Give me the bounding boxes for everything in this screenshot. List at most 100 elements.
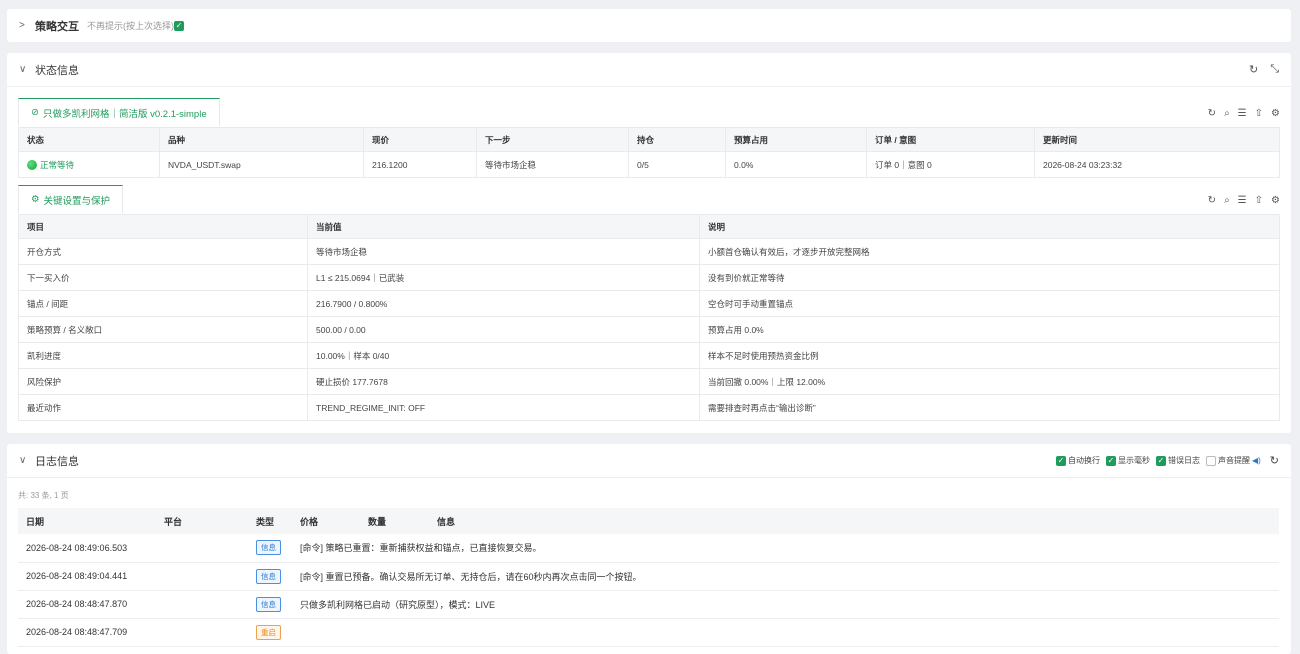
log-platform [156, 618, 248, 647]
table-cell: 硬止损价 177.7678 [307, 368, 700, 395]
column-header[interactable]: 持仓 [628, 127, 726, 152]
log-platform [156, 534, 248, 563]
auto-wrap-option[interactable]: ✓ 自动换行 [1055, 455, 1100, 466]
column-header[interactable]: 信息 [429, 508, 1279, 534]
status-panel: ∨ 状态信息 ↻ ⤡ ⊘ 只做多凯利网格｜简洁版 v0.2.1-simple ↻… [7, 53, 1291, 433]
table-cell: 开仓方式 [18, 238, 308, 265]
show-ms-checkbox[interactable]: ✓ [1105, 455, 1116, 466]
gear-icon[interactable]: ⚙ [1271, 195, 1280, 206]
column-header[interactable]: 数量 [360, 508, 429, 534]
refresh-icon[interactable]: ↻ [1249, 63, 1258, 76]
strategy-panel-title: 策略交互 [35, 20, 79, 33]
table-cell: 0/5 [628, 151, 726, 178]
show-ms-label: 显示毫秒 [1117, 456, 1150, 465]
log-platform [156, 562, 248, 591]
search-icon[interactable]: ⌕ [1224, 108, 1230, 119]
status-dot-icon [27, 160, 37, 171]
table-cell: 没有到价就正常等待 [699, 264, 1280, 291]
table-cell: 策略预算 / 名义敞口 [18, 316, 308, 343]
gear-icon: ⚙ [31, 194, 40, 205]
chevron-right-icon[interactable]: > [19, 20, 33, 31]
gear-icon[interactable]: ⚙ [1271, 108, 1280, 119]
menu-icon[interactable]: ☰ [1238, 108, 1247, 119]
column-header[interactable]: 日期 [18, 508, 156, 534]
tab-strategy-summary[interactable]: ⊘ 只做多凯利网格｜简洁版 v0.2.1-simple [18, 98, 220, 126]
column-header[interactable]: 平台 [156, 508, 248, 534]
log-row: 2026-08-24 08:49:06.503 信息 [命令] 策略已重置：重新… [18, 534, 1279, 563]
speaker-icon[interactable]: ◀) [1252, 456, 1261, 465]
status-cell: 正常等待 [18, 151, 160, 178]
status-table: 状态 品种 现价 下一步 持仓 预算占用 订单 / 意图 更新时间 正常等待 N… [18, 127, 1280, 178]
table-row: 策略预算 / 名义敞口 500.00 / 0.00 预算占用 0.0% [18, 316, 1280, 343]
log-table: 日期 平台 类型 价格 数量 信息 2026-08-24 08:49:06.50… [18, 508, 1279, 647]
table-cell: 锚点 / 间距 [18, 290, 308, 317]
table-cell: 216.7900 / 0.800% [307, 290, 700, 317]
log-message [292, 618, 1279, 647]
table-cell: 等待市场企稳 [307, 238, 700, 265]
column-header[interactable]: 当前值 [307, 214, 700, 239]
column-header[interactable]: 订单 / 意图 [866, 127, 1035, 152]
refresh-icon[interactable]: ↻ [1208, 195, 1216, 206]
refresh-icon[interactable]: ↻ [1270, 454, 1279, 467]
status-panel-header[interactable]: ∨ 状态信息 ↻ ⤡ [7, 53, 1291, 87]
table-cell: 样本不足时使用预热资金比例 [699, 342, 1280, 369]
column-header[interactable]: 下一步 [476, 127, 629, 152]
strategy-panel-header[interactable]: > 策略交互 不再提示(按上次选择) ✓ [7, 9, 1291, 42]
log-panel-header[interactable]: ∨ 日志信息 ✓ 自动换行 ✓ 显示毫秒 ✓ 错误日志 声音提醒 ◀) ↻ [7, 444, 1291, 478]
upload-icon[interactable]: ⇧ [1255, 108, 1263, 119]
column-header[interactable]: 项目 [18, 214, 308, 239]
auto-wrap-checkbox[interactable]: ✓ [1055, 455, 1066, 466]
chevron-down-icon[interactable]: ∨ [19, 64, 33, 75]
column-header[interactable]: 类型 [248, 508, 292, 534]
table-cell: 风险保护 [18, 368, 308, 395]
upload-icon[interactable]: ⇧ [1255, 195, 1263, 206]
table-cell: 最近动作 [18, 394, 308, 421]
table-row: 开仓方式 等待市场企稳 小额首仓确认有效后，才逐步开放完整网格 [18, 238, 1280, 265]
column-header[interactable]: 现价 [363, 127, 477, 152]
chevron-down-icon[interactable]: ∨ [19, 455, 33, 466]
table-cell: 小额首仓确认有效后，才逐步开放完整网格 [699, 238, 1280, 265]
table-cell: 凯利进度 [18, 342, 308, 369]
table-cell: 下一买入价 [18, 264, 308, 291]
sound-alert-checkbox[interactable] [1205, 455, 1216, 466]
table-cell: 2026-08-24 03:23:32 [1034, 151, 1280, 178]
search-icon[interactable]: ⌕ [1224, 195, 1230, 206]
column-header[interactable]: 预算占用 [725, 127, 867, 152]
log-type: 信息 [248, 534, 292, 563]
column-header[interactable]: 价格 [292, 508, 360, 534]
table-cell: 0.0% [725, 151, 867, 178]
type-badge: 信息 [256, 540, 281, 556]
log-table-header: 日期 平台 类型 价格 数量 信息 [18, 508, 1279, 534]
log-count: 共: 33 条, 1 页 [18, 491, 69, 500]
column-header[interactable]: 品种 [159, 127, 364, 152]
table-cell: 500.00 / 0.00 [307, 316, 700, 343]
table-cell: 当前回撤 0.00%｜上限 12.00% [699, 368, 1280, 395]
table-cell: TREND_REGIME_INIT: OFF [307, 394, 700, 421]
collapse-icon[interactable]: ⤡ [1270, 63, 1279, 76]
column-header[interactable]: 更新时间 [1034, 127, 1280, 152]
log-type: 重启 [248, 618, 292, 647]
error-log-option[interactable]: ✓ 错误日志 [1155, 455, 1200, 466]
strategy-tabbar: ⊘ 只做多凯利网格｜简洁版 v0.2.1-simple ↻ ⌕ ☰ ⇧ ⚙ [18, 98, 1280, 126]
log-message: 只做多凯利网格已启动（研究原型），模式：LIVE [292, 590, 1279, 619]
no-prompt-checkbox[interactable]: ✓ [174, 20, 184, 31]
type-badge-restart: 重启 [256, 624, 281, 640]
log-row: 2026-08-24 08:48:47.870 信息 只做多凯利网格已启动（研究… [18, 590, 1279, 619]
log-platform [156, 590, 248, 619]
log-message: [命令] 重置已预备。确认交易所无订单、无持仓后，请在60秒内再次点击同一个按钮… [292, 562, 1279, 591]
sound-alert-option[interactable]: 声音提醒 ◀) [1205, 455, 1261, 466]
column-header[interactable]: 说明 [699, 214, 1280, 239]
tab-strategy-summary-label: 只做多凯利网格｜简洁版 v0.2.1-simple [42, 108, 207, 120]
column-header[interactable]: 状态 [18, 127, 160, 152]
error-log-checkbox[interactable]: ✓ [1155, 455, 1166, 466]
show-ms-option[interactable]: ✓ 显示毫秒 [1105, 455, 1150, 466]
table-cell: 需要排查时再点击“输出诊断” [699, 394, 1280, 421]
tab-key-settings[interactable]: ⚙ 关键设置与保护 [18, 185, 124, 213]
refresh-icon[interactable]: ↻ [1208, 108, 1216, 119]
log-type: 信息 [248, 590, 292, 619]
strategy-panel: > 策略交互 不再提示(按上次选择) ✓ [7, 9, 1291, 42]
table-cell: 预算占用 0.0% [699, 316, 1280, 343]
log-panel: ∨ 日志信息 ✓ 自动换行 ✓ 显示毫秒 ✓ 错误日志 声音提醒 ◀) ↻ 共: 33 … [7, 444, 1291, 654]
menu-icon[interactable]: ☰ [1238, 195, 1247, 206]
log-date: 2026-08-24 08:49:04.441 [18, 562, 156, 591]
